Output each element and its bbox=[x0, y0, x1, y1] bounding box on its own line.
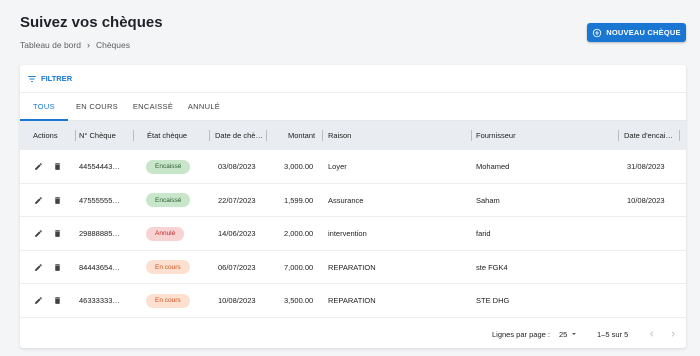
column-header-cash-date[interactable]: Date d'encai… bbox=[624, 121, 680, 150]
table-row[interactable]: 44554443… Encaissé 03/08/2023 3,000.00 Loyer… bbox=[20, 150, 686, 184]
cheque-date: 10/08/2023 bbox=[218, 296, 256, 306]
breadcrumb: Tableau de bord › Chèques bbox=[20, 40, 130, 50]
column-header-state[interactable]: État chèque bbox=[147, 121, 210, 150]
edit-icon[interactable] bbox=[33, 195, 43, 205]
rows-per-page-label: Lignes par page : bbox=[492, 329, 550, 339]
table-row[interactable]: 29888885… Annulé 14/06/2023 2,000.00 interve… bbox=[20, 217, 686, 251]
cheques-card: FILTRER TOUS EN COURS ENCAISSÉ ANNULÉ Ac… bbox=[20, 65, 686, 348]
state-cell: En cours bbox=[146, 251, 190, 285]
filter-label: FILTRER bbox=[41, 74, 73, 83]
edit-icon[interactable] bbox=[33, 262, 43, 272]
filter-button[interactable]: FILTRER bbox=[20, 65, 686, 93]
reason: REPARATION bbox=[328, 262, 376, 272]
state-cell: Encaissé bbox=[146, 150, 191, 184]
cheque-date: 06/07/2023 bbox=[218, 262, 256, 272]
state-cell: En cours bbox=[146, 284, 190, 318]
column-header-number[interactable]: N° Chèque bbox=[79, 121, 134, 150]
pagination-range: 1–5 sur 5 bbox=[597, 329, 629, 339]
tab-all[interactable]: TOUS bbox=[20, 93, 68, 121]
chevron-left-icon bbox=[650, 331, 654, 337]
table-body: 44554443… Encaissé 03/08/2023 3,000.00 Loyer… bbox=[20, 150, 686, 318]
supplier: farid bbox=[476, 229, 491, 239]
table-header: Actions N° Chèque État chèque Date de ch… bbox=[20, 121, 686, 150]
pagination: Lignes par page : 25 1–5 sur 5 bbox=[20, 320, 686, 348]
tab-label: ENCAISSÉ bbox=[132, 102, 174, 111]
rows-per-page-value: 25 bbox=[559, 329, 568, 339]
column-header-actions: Actions bbox=[33, 121, 76, 150]
table-row[interactable]: 46333333… En cours 10/08/2023 3,500.00 REPAR… bbox=[20, 284, 686, 318]
supplier: Mohamed bbox=[476, 162, 510, 172]
new-cheque-button[interactable]: NOUVEAU CHÈQUE bbox=[587, 23, 686, 42]
column-header-reason[interactable]: Raison bbox=[328, 121, 351, 150]
amount: 3,500.00 bbox=[284, 296, 314, 306]
delete-icon[interactable] bbox=[52, 229, 62, 239]
status-badge: En cours bbox=[146, 260, 190, 275]
edit-icon[interactable] bbox=[33, 296, 43, 306]
previous-page-button[interactable] bbox=[648, 330, 656, 338]
state-cell: Annulé bbox=[146, 217, 185, 251]
cheque-date: 22/07/2023 bbox=[218, 195, 256, 205]
supplier: ste FGK4 bbox=[476, 262, 508, 272]
cheque-number: 44554443… bbox=[79, 162, 120, 172]
table-row[interactable]: 84443654… En cours 06/07/2023 7,000.00 REPAR… bbox=[20, 251, 686, 285]
tab-label: TOUS bbox=[33, 102, 55, 111]
row-actions bbox=[33, 251, 62, 285]
amount: 1,599.00 bbox=[284, 195, 314, 205]
delete-icon[interactable] bbox=[52, 162, 62, 172]
reason: intervention bbox=[328, 229, 367, 239]
row-actions bbox=[33, 150, 62, 184]
supplier: Saham bbox=[476, 195, 500, 205]
row-actions bbox=[33, 217, 62, 251]
edit-icon[interactable] bbox=[33, 162, 43, 172]
table-row[interactable]: 47555555… Encaissé 22/07/2023 1,599.00 Assur… bbox=[20, 184, 686, 218]
tab-cancelled[interactable]: ANNULÉ bbox=[180, 93, 228, 120]
cheque-date: 14/06/2023 bbox=[218, 229, 256, 239]
breadcrumb-current: Chèques bbox=[95, 40, 130, 50]
new-cheque-label: NOUVEAU CHÈQUE bbox=[606, 28, 681, 37]
page-title: Suivez vos chèques bbox=[20, 14, 163, 31]
cheque-date: 03/08/2023 bbox=[218, 162, 256, 172]
column-header-amount[interactable]: Montant bbox=[288, 121, 323, 150]
cheque-number: 84443654… bbox=[79, 262, 120, 272]
reason: REPARATION bbox=[328, 296, 376, 306]
status-badge: Encaissé bbox=[146, 159, 191, 174]
cash-date: 10/08/2023 bbox=[627, 195, 665, 205]
add-circle-icon bbox=[593, 28, 602, 37]
reason: Assurance bbox=[328, 195, 364, 205]
edit-icon[interactable] bbox=[33, 229, 43, 239]
next-page-button[interactable] bbox=[669, 330, 677, 338]
amount: 3,000.00 bbox=[284, 162, 314, 172]
cheque-number: 47555555… bbox=[79, 195, 120, 205]
delete-icon[interactable] bbox=[52, 195, 62, 205]
cash-date: 31/08/2023 bbox=[627, 162, 665, 172]
chevron-right-icon bbox=[671, 331, 675, 337]
filter-icon bbox=[28, 75, 36, 82]
chevron-right-icon: › bbox=[86, 40, 90, 50]
tab-pending[interactable]: EN COURS bbox=[68, 93, 126, 120]
breadcrumb-root-link[interactable]: Tableau de bord bbox=[20, 40, 81, 50]
tab-label: ANNULÉ bbox=[187, 102, 221, 111]
cheque-number: 29888885… bbox=[79, 229, 120, 239]
caret-down-icon bbox=[572, 333, 577, 335]
reason: Loyer bbox=[328, 162, 347, 172]
delete-icon[interactable] bbox=[52, 262, 62, 272]
rows-per-page-select[interactable]: 25 bbox=[559, 330, 578, 339]
column-header-date[interactable]: Date de chè… bbox=[215, 121, 267, 150]
tab-cashed[interactable]: ENCAISSÉ bbox=[126, 93, 180, 120]
delete-icon[interactable] bbox=[52, 296, 62, 306]
tab-label: EN COURS bbox=[76, 102, 118, 111]
amount: 7,000.00 bbox=[284, 262, 314, 272]
status-badge: Annulé bbox=[146, 226, 185, 241]
status-tabs: TOUS EN COURS ENCAISSÉ ANNULÉ bbox=[20, 93, 686, 121]
row-actions bbox=[33, 284, 62, 318]
supplier: STE DHG bbox=[476, 296, 510, 306]
column-header-supplier[interactable]: Fournisseur bbox=[476, 121, 516, 150]
row-actions bbox=[33, 184, 62, 218]
amount: 2,000.00 bbox=[284, 229, 314, 239]
status-badge: En cours bbox=[146, 293, 190, 308]
status-badge: Encaissé bbox=[146, 193, 191, 208]
state-cell: Encaissé bbox=[146, 184, 191, 218]
cheque-number: 46333333… bbox=[79, 296, 120, 306]
